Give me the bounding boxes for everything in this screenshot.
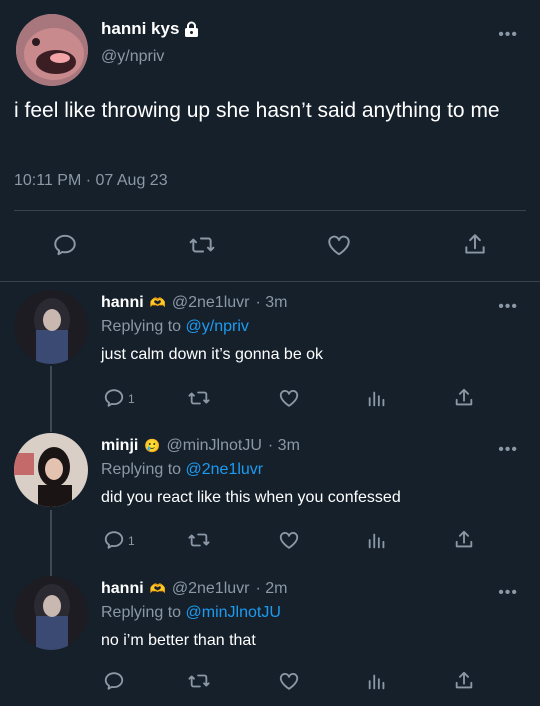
reply-time: · 2m	[255, 580, 288, 597]
replying-to-link[interactable]: @minJlnotJU	[186, 604, 281, 621]
replying-to-label: Replying to	[101, 604, 182, 621]
divider	[0, 281, 540, 282]
share-icon[interactable]	[453, 387, 475, 409]
replying-to-label: Replying to	[101, 318, 182, 335]
reply-author-handle[interactable]: @minJlnotJU	[167, 437, 262, 455]
reply-icon[interactable]	[103, 387, 125, 409]
replying-to-link[interactable]: @y/npriv	[186, 318, 249, 335]
more-options-icon[interactable]: •••	[498, 299, 518, 315]
reply-header: hanni 🫶 @2ne1luvr · 3m	[101, 294, 287, 312]
retweet-icon[interactable]	[188, 387, 210, 409]
analytics-icon[interactable]	[366, 529, 388, 551]
reply-author-name[interactable]: hanni	[101, 294, 144, 312]
thread-line	[50, 510, 52, 576]
author-name-text[interactable]: hanni kys	[101, 19, 179, 39]
more-options-icon[interactable]: •••	[498, 27, 518, 43]
retweet-icon[interactable]	[189, 232, 215, 258]
analytics-icon[interactable]	[366, 387, 388, 409]
reply-icon[interactable]	[103, 529, 125, 551]
reply-header: hanni 🫶 @2ne1luvr · 2m	[101, 580, 287, 598]
like-icon[interactable]	[278, 529, 300, 551]
reply-text: just calm down it’s gonna be ok	[101, 346, 324, 363]
share-icon[interactable]	[453, 670, 475, 692]
reply-header: minji 🥲 @minJlnotJU · 3m	[101, 437, 300, 455]
reply-avatar[interactable]	[14, 576, 88, 650]
reply-avatar[interactable]	[14, 290, 88, 364]
tweet-text: i feel like throwing up she hasn’t said …	[14, 99, 500, 122]
replying-to: Replying to @y/npriv	[101, 318, 249, 336]
reply-time: · 3m	[255, 294, 288, 311]
replying-to-link[interactable]: @2ne1luvr	[186, 461, 264, 478]
replying-to-label: Replying to	[101, 461, 182, 478]
share-icon[interactable]	[453, 529, 475, 551]
replying-to: Replying to @minJlnotJU	[101, 604, 281, 622]
share-icon[interactable]	[462, 232, 488, 258]
reply-author-handle[interactable]: @2ne1luvr	[172, 294, 250, 312]
author-handle[interactable]: @y/npriv	[101, 48, 164, 66]
reply-text: did you react like this when you confess…	[101, 489, 401, 506]
tweet-timestamp[interactable]: 10:11 PM · 07 Aug 23	[14, 172, 168, 190]
badge-emoji: 🫶	[149, 295, 166, 310]
reply-count: 1	[128, 392, 135, 406]
like-icon[interactable]	[278, 387, 300, 409]
analytics-icon[interactable]	[366, 670, 388, 692]
more-options-icon[interactable]: •••	[498, 585, 518, 601]
divider	[14, 210, 526, 211]
like-icon[interactable]	[278, 670, 300, 692]
reply-author-handle[interactable]: @2ne1luvr	[172, 580, 250, 598]
author-name[interactable]: hanni kys	[101, 19, 200, 39]
replying-to: Replying to @2ne1luvr	[101, 461, 263, 479]
lock-icon	[183, 21, 200, 38]
reply-icon[interactable]	[52, 232, 78, 258]
reply-author-name[interactable]: hanni	[101, 580, 144, 598]
retweet-icon[interactable]	[188, 529, 210, 551]
reply-avatar[interactable]	[14, 433, 88, 507]
reply-text: no i’m better than that	[101, 632, 256, 649]
author-avatar[interactable]	[16, 14, 88, 86]
thread-line	[50, 366, 52, 432]
reply-icon[interactable]	[103, 670, 125, 692]
reply-author-name[interactable]: minji	[101, 437, 138, 455]
like-icon[interactable]	[326, 232, 352, 258]
badge-emoji: 🥲	[144, 438, 161, 453]
more-options-icon[interactable]: •••	[498, 442, 518, 458]
reply-count: 1	[128, 534, 135, 548]
reply-time: · 3m	[267, 437, 300, 454]
badge-emoji: 🫶	[149, 581, 166, 596]
retweet-icon[interactable]	[188, 670, 210, 692]
